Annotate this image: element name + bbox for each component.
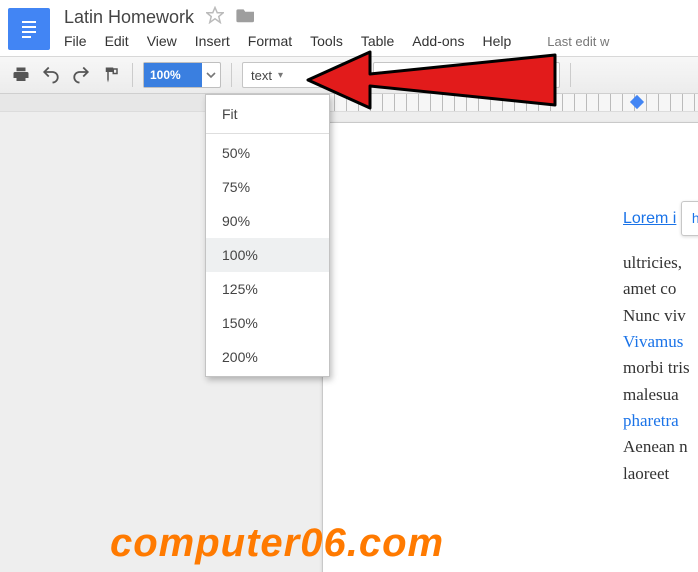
zoom-dropdown-menu: Fit 50% 75% 90% 100% 125% 150% 200% — [205, 94, 330, 377]
zoom-option-100[interactable]: 100% — [206, 238, 329, 272]
toolbar: 100% text ▾ Arial ▾ 11 ▾ — [0, 56, 698, 94]
menu-addons[interactable]: Add-ons — [412, 33, 464, 49]
paragraph-style-label: text — [251, 68, 272, 83]
menu-help[interactable]: Help — [482, 33, 511, 49]
zoom-option-125[interactable]: 125% — [206, 272, 329, 306]
document-page[interactable]: Lorem i http:// ultricies, amet co Nunc … — [322, 122, 698, 572]
menu-edit[interactable]: Edit — [105, 33, 129, 49]
zoom-combo[interactable]: 100% — [143, 62, 221, 88]
chevron-down-icon: ▾ — [278, 70, 283, 81]
chevron-down-icon: ▾ — [539, 70, 544, 81]
last-edit-label[interactable]: Last edit w — [547, 34, 609, 49]
menu-separator — [206, 133, 329, 134]
toolbar-separator — [362, 63, 363, 87]
toolbar-separator — [231, 63, 232, 87]
undo-button[interactable] — [36, 61, 66, 89]
zoom-option-90[interactable]: 90% — [206, 204, 329, 238]
zoom-option-200[interactable]: 200% — [206, 340, 329, 374]
text-line: amet co — [623, 276, 698, 302]
text-line: morbi tris — [623, 355, 698, 381]
zoom-option-fit[interactable]: Fit — [206, 97, 329, 131]
paint-format-button[interactable] — [96, 61, 126, 89]
document-body-text[interactable]: ultricies, amet co Nunc viv Vivamus morb… — [623, 250, 698, 487]
menu-insert[interactable]: Insert — [195, 33, 230, 49]
toolbar-separator — [493, 63, 494, 87]
menu-file[interactable]: File — [64, 33, 87, 49]
font-family-combo[interactable]: Arial ▾ — [373, 62, 483, 88]
redo-button[interactable] — [66, 61, 96, 89]
menu-bar: File Edit View Insert Format Tools Table… — [64, 33, 690, 49]
font-size-combo[interactable]: 11 ▾ — [504, 62, 560, 88]
print-button[interactable] — [6, 61, 36, 89]
link-url-popover[interactable]: http:// — [681, 201, 698, 236]
toolbar-separator — [132, 63, 133, 87]
text-line: malesua — [623, 382, 698, 408]
zoom-value[interactable]: 100% — [144, 63, 202, 87]
zoom-option-75[interactable]: 75% — [206, 170, 329, 204]
text-line: Aenean n — [623, 434, 698, 460]
document-title[interactable]: Latin Homework — [64, 7, 194, 28]
text-line: Vivamus — [623, 329, 698, 355]
menu-tools[interactable]: Tools — [310, 33, 343, 49]
zoom-option-50[interactable]: 50% — [206, 136, 329, 170]
chevron-down-icon[interactable] — [202, 70, 220, 80]
font-family-label: Arial — [382, 68, 408, 83]
star-icon[interactable] — [206, 6, 224, 29]
chevron-down-icon: ▾ — [414, 70, 419, 81]
font-size-value: 11 — [520, 68, 534, 83]
menu-format[interactable]: Format — [248, 33, 292, 49]
text-line: ultricies, — [623, 250, 698, 276]
text-line: laoreet — [623, 461, 698, 487]
document-hyperlink[interactable]: Lorem i — [623, 210, 676, 227]
docs-app-icon[interactable] — [8, 8, 50, 50]
paragraph-style-combo[interactable]: text ▾ — [242, 62, 352, 88]
toolbar-separator — [570, 63, 571, 87]
menu-view[interactable]: View — [147, 33, 177, 49]
horizontal-ruler[interactable] — [0, 94, 698, 112]
menu-table[interactable]: Table — [361, 33, 394, 49]
text-line: pharetra — [623, 408, 698, 434]
text-line: Nunc viv — [623, 303, 698, 329]
folder-icon[interactable] — [236, 7, 256, 28]
zoom-option-150[interactable]: 150% — [206, 306, 329, 340]
document-canvas: Lorem i http:// ultricies, amet co Nunc … — [0, 112, 698, 572]
